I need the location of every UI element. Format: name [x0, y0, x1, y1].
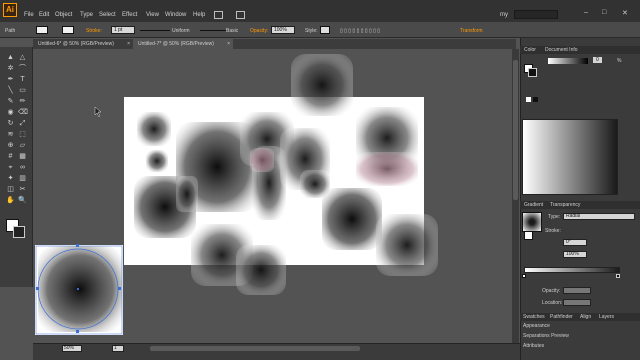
color-value-field[interactable]: 0: [593, 57, 602, 63]
anchor-point[interactable]: [36, 287, 39, 290]
tab-align[interactable]: Align: [580, 313, 591, 321]
appearance-panel[interactable]: Appearance: [523, 322, 550, 330]
opacity-panel-field[interactable]: [563, 287, 591, 294]
tab-gradient[interactable]: Gradient: [524, 201, 543, 209]
location-field[interactable]: [563, 299, 591, 306]
attributes-panel[interactable]: Attributes: [523, 342, 544, 350]
location-label: Location:: [542, 300, 563, 306]
separations-preview-panel[interactable]: Separations Preview: [523, 332, 569, 340]
gradient-rounded-square[interactable]: [236, 245, 286, 295]
stroke-gradient-label: Stroke:: [545, 228, 561, 234]
artboard-number-field[interactable]: 1: [112, 345, 124, 352]
gradient-angle-field[interactable]: 0°: [563, 239, 587, 246]
opacity-panel-label: Opacity:: [542, 288, 561, 294]
color-stroke-swatch[interactable]: [528, 68, 537, 77]
color-percent: %: [617, 58, 622, 64]
gradient-rounded-square[interactable]: [250, 148, 274, 172]
cursor-icon: [94, 106, 102, 118]
color-slider[interactable]: [548, 58, 588, 64]
gradient-rounded-square[interactable]: [176, 176, 198, 212]
anchor-point[interactable]: [76, 330, 79, 333]
gradient-rounded-square[interactable]: [376, 214, 438, 276]
tab-swatches[interactable]: Swatches: [523, 313, 545, 321]
gradient-preview[interactable]: [522, 212, 542, 232]
right-panel-dock: [520, 38, 640, 360]
center-point: [77, 288, 79, 290]
tab-layers[interactable]: Layers: [599, 313, 614, 321]
anchor-point[interactable]: [76, 244, 79, 247]
gradient-aspect-field[interactable]: 100%: [563, 251, 587, 258]
gradient-stop-white[interactable]: [522, 274, 526, 278]
gradient-type-select[interactable]: Radial: [563, 213, 635, 220]
color-spectrum[interactable]: [522, 119, 618, 195]
gradient-rounded-square[interactable]: [356, 152, 418, 186]
gradient-fill-swatch[interactable]: [524, 231, 533, 240]
selected-shape[interactable]: [38, 246, 122, 332]
horizontal-scroll-thumb[interactable]: [150, 346, 360, 351]
tab-transparency[interactable]: Transparency: [550, 201, 580, 209]
gradient-stop-black[interactable]: [616, 274, 620, 278]
white-swatch[interactable]: [526, 97, 531, 102]
gradient-rounded-square[interactable]: [322, 188, 382, 250]
black-swatch[interactable]: [533, 97, 538, 102]
gradient-slider[interactable]: [524, 267, 620, 273]
gradient-rounded-square[interactable]: [300, 170, 330, 198]
anchor-point[interactable]: [118, 287, 121, 290]
color-panel-header: [520, 46, 640, 54]
tab-color[interactable]: Color: [524, 46, 536, 54]
gradient-type-label: Type:: [548, 214, 561, 220]
gradient-rounded-square[interactable]: [146, 150, 168, 172]
gradient-rounded-square[interactable]: [291, 54, 353, 116]
tab-pathfinder[interactable]: Pathfinder: [550, 313, 573, 321]
gradient-rounded-square[interactable]: [137, 112, 171, 146]
zoom-field[interactable]: 50%: [62, 345, 82, 352]
tab-document-info[interactable]: Document Info: [545, 46, 578, 54]
